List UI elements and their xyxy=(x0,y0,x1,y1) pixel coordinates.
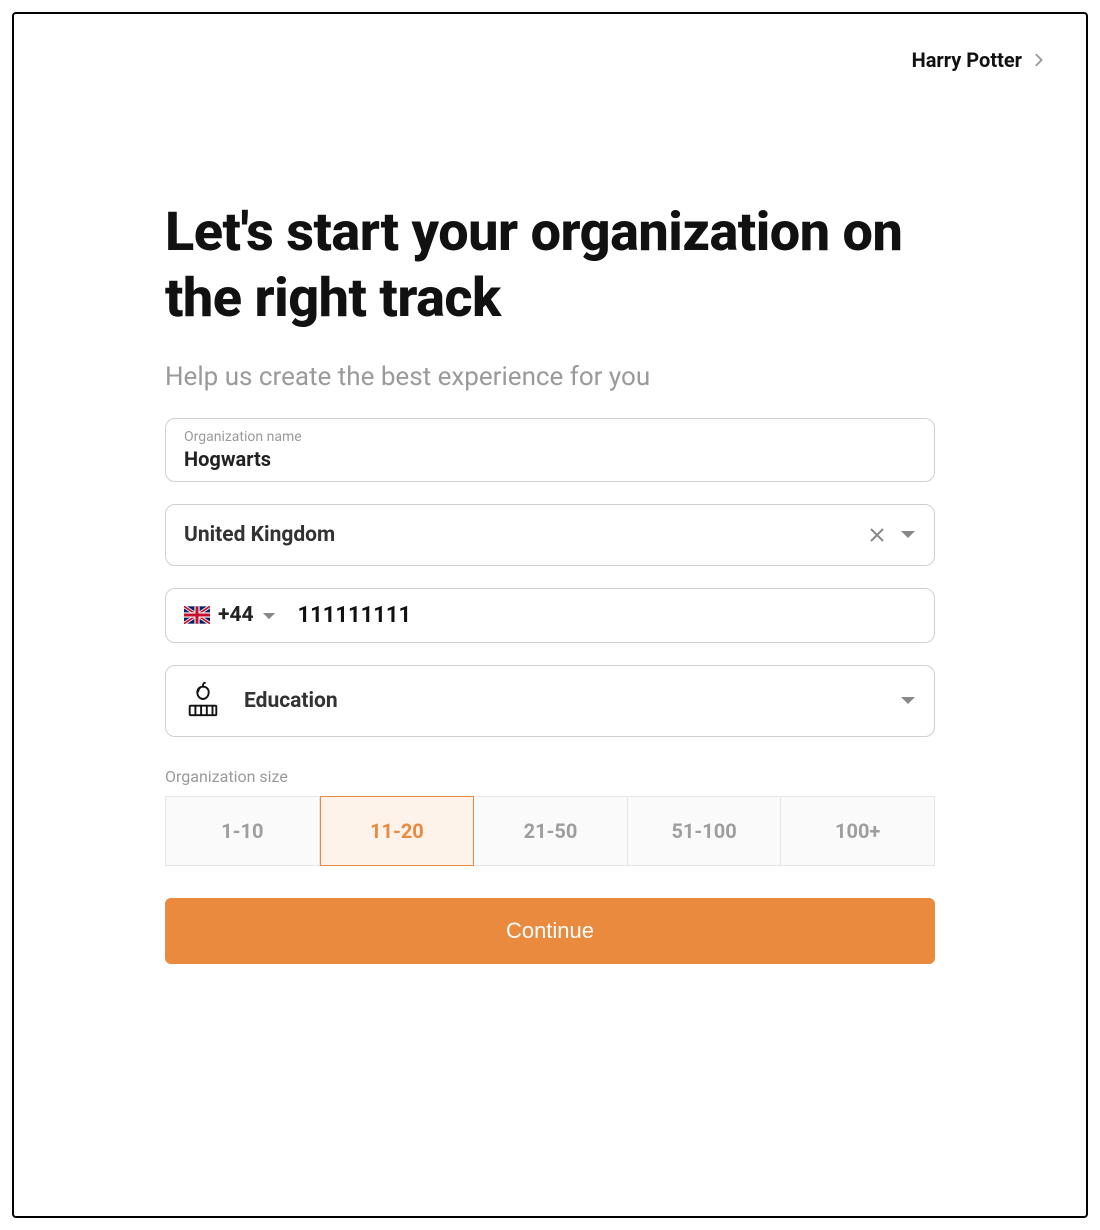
clear-icon[interactable] xyxy=(868,526,886,544)
phone-prefix-selector[interactable]: +44 xyxy=(184,603,276,627)
phone-prefix: +44 xyxy=(218,603,254,627)
user-name: Harry Potter xyxy=(912,48,1022,72)
phone-number: 111111111 xyxy=(298,603,412,628)
country-select[interactable]: United Kingdom xyxy=(165,504,935,566)
flag-uk-icon xyxy=(184,606,210,624)
org-name-label: Organization name xyxy=(184,429,916,445)
continue-button[interactable]: Continue xyxy=(165,898,935,964)
size-label: Organization size xyxy=(165,767,935,786)
page-subtitle: Help us create the best experience for y… xyxy=(165,362,935,392)
size-option[interactable]: 51-100 xyxy=(628,796,782,866)
country-value: United Kingdom xyxy=(184,523,335,547)
size-option[interactable]: 21-50 xyxy=(474,796,628,866)
user-menu[interactable]: Harry Potter xyxy=(912,48,1046,72)
phone-field[interactable]: +44 111111111 xyxy=(165,588,935,643)
industry-select[interactable]: Education xyxy=(165,665,935,737)
org-name-value: Hogwarts xyxy=(184,447,916,471)
org-name-field[interactable]: Organization name Hogwarts xyxy=(165,418,935,482)
chevron-right-icon xyxy=(1032,48,1046,72)
page-title: Let's start your organization on the rig… xyxy=(165,200,935,332)
size-option[interactable]: 1-10 xyxy=(165,796,320,866)
size-options: 1-1011-2021-5051-100100+ xyxy=(165,796,935,866)
industry-value: Education xyxy=(244,689,338,713)
education-icon xyxy=(184,680,222,722)
size-option[interactable]: 11-20 xyxy=(320,796,475,866)
caret-down-icon xyxy=(900,691,916,710)
size-option[interactable]: 100+ xyxy=(781,796,935,866)
caret-down-icon xyxy=(900,530,916,540)
caret-down-icon xyxy=(262,603,276,627)
